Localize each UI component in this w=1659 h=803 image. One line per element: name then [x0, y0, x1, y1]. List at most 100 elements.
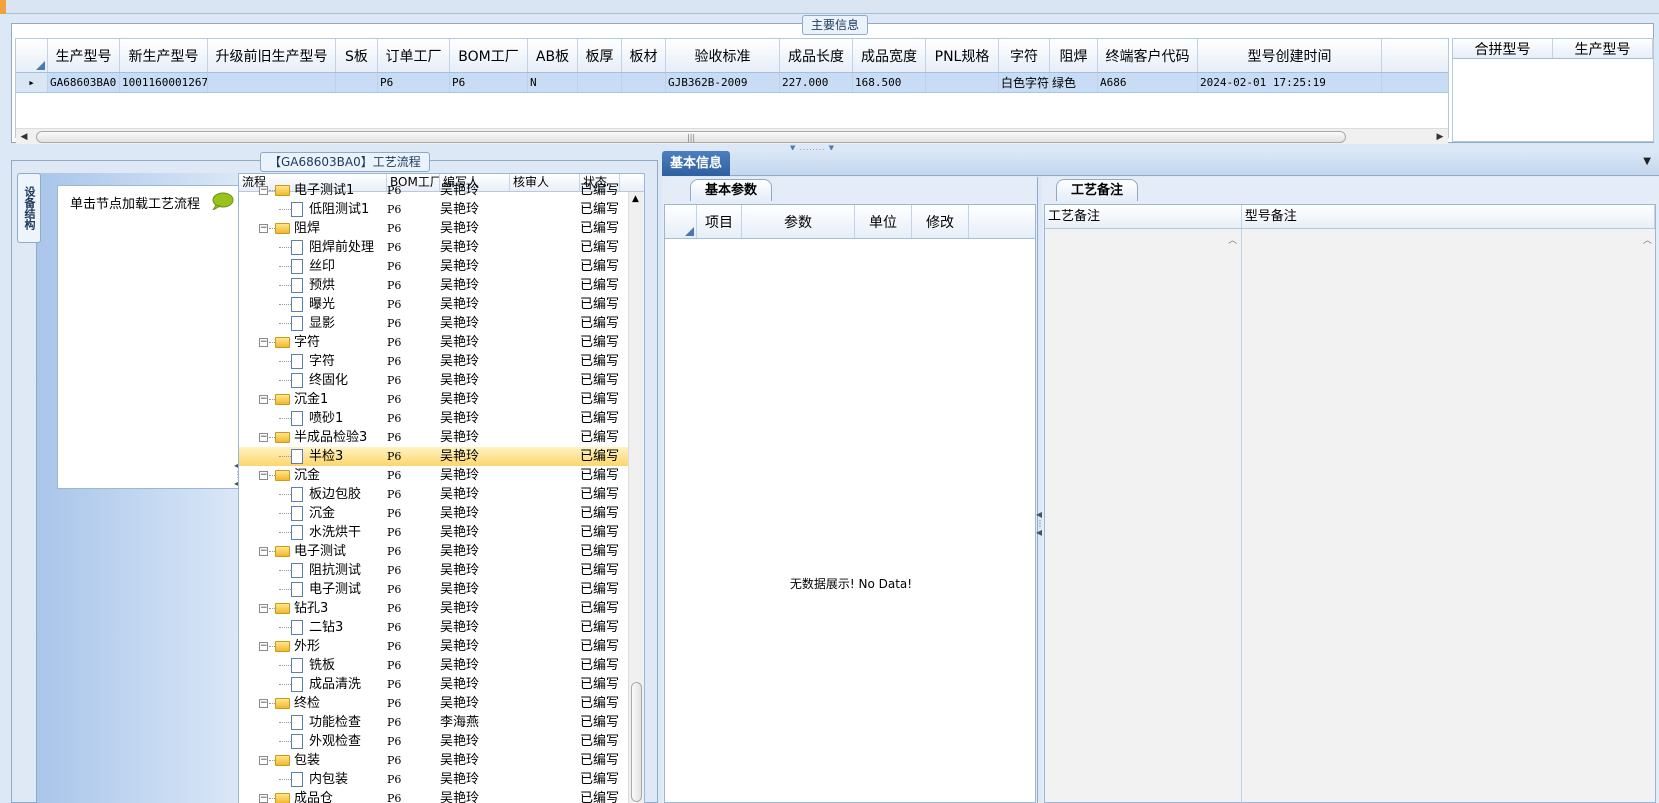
table-cell[interactable]: 10011600012676 — [120, 73, 208, 92]
tree-node[interactable]: − 包装 — [239, 751, 387, 770]
collapse-icon[interactable]: − — [259, 186, 268, 195]
tree-node[interactable]: 内包装 — [239, 770, 387, 789]
tree-row[interactable]: 阻焊前处理 P6 吴艳玲 已编写 — [239, 238, 644, 257]
tree-node[interactable]: − 沉金1 — [239, 390, 387, 409]
tab-dropdown-icon[interactable]: ▼ — [1643, 156, 1651, 167]
tree-row[interactable]: − 终检 P6 吴艳玲 已编写 — [239, 694, 644, 713]
column-header[interactable]: 板厚 — [578, 39, 622, 72]
grid-corner-cell[interactable] — [665, 205, 697, 238]
collapse-icon[interactable]: − — [259, 338, 268, 347]
tree-row[interactable]: − 半成品检验3 P6 吴艳玲 已编写 — [239, 428, 644, 447]
column-header[interactable]: 参数 — [742, 205, 855, 238]
table-cell[interactable]: P6 — [378, 73, 450, 92]
main-grid-hscrollbar[interactable]: ◀ ||| ▶ — [16, 128, 1448, 144]
collapse-icon[interactable]: − — [259, 433, 268, 442]
tree-node[interactable]: − 字符 — [239, 333, 387, 352]
table-cell[interactable] — [336, 73, 378, 92]
column-header[interactable]: 型号创建时间 — [1198, 39, 1382, 72]
tree-node[interactable]: − 阻焊 — [239, 219, 387, 238]
scroll-thumb[interactable]: ||| — [36, 131, 1346, 143]
table-cell[interactable] — [926, 73, 999, 92]
collapse-icon[interactable]: − — [259, 471, 268, 480]
tree-row[interactable]: − 阻焊 P6 吴艳玲 已编写 — [239, 219, 644, 238]
tree-row[interactable]: 预烘 P6 吴艳玲 已编写 — [239, 276, 644, 295]
tree-vscrollbar[interactable]: ▲ — [628, 192, 644, 803]
params-grid[interactable]: 项目 参数 单位 修改 无数据展示! No Data! — [664, 204, 1036, 803]
tree-node[interactable]: − 成品仓 — [239, 789, 387, 803]
tree-row[interactable]: 板边包胶 P6 吴艳玲 已编写 — [239, 485, 644, 504]
column-header[interactable]: 成品宽度 — [853, 39, 926, 72]
tree-node[interactable]: − 沉金 — [239, 466, 387, 485]
scroll-up-arrow-icon[interactable]: ▲ — [632, 194, 639, 204]
tree-node[interactable]: 显影 — [239, 314, 387, 333]
table-cell[interactable]: P6 — [450, 73, 528, 92]
column-header[interactable]: 项目 — [697, 205, 742, 238]
tree-row[interactable]: 内包装 P6 吴艳玲 已编写 — [239, 770, 644, 789]
tree-node[interactable]: 水洗烘干 — [239, 523, 387, 542]
tree-node[interactable]: − 钻孔3 — [239, 599, 387, 618]
scroll-up-arrow-icon[interactable]: ︿ — [1228, 233, 1237, 246]
tree-node[interactable]: 预烘 — [239, 276, 387, 295]
table-cell[interactable] — [208, 73, 336, 92]
model-notes-field[interactable]: ︿ — [1242, 229, 1656, 803]
merge-model-grid[interactable]: 合拼型号 生产型号 — [1452, 38, 1654, 142]
tree-row[interactable]: 曝光 P6 吴艳玲 已编写 — [239, 295, 644, 314]
tree-node[interactable]: − 终检 — [239, 694, 387, 713]
tree-node[interactable]: 功能检查 — [239, 713, 387, 732]
column-header[interactable]: 型号备注 — [1242, 205, 1655, 228]
scroll-up-arrow-icon[interactable]: ︿ — [1643, 233, 1652, 246]
tree-row[interactable]: − 电子测试 P6 吴艳玲 已编写 — [239, 542, 644, 561]
column-header[interactable]: 验收标准 — [666, 39, 780, 72]
tree-row[interactable]: − 成品仓 P6 吴艳玲 已编写 — [239, 789, 644, 803]
column-header[interactable]: AB板 — [528, 39, 578, 72]
table-cell[interactable]: A686 — [1098, 73, 1198, 92]
tree-row[interactable]: − 电子测试1 P6 吴艳玲 已编写 — [239, 181, 644, 200]
tree-node[interactable]: − 半成品检验3 — [239, 428, 387, 447]
column-header[interactable]: 单位 — [855, 205, 912, 238]
column-header[interactable]: 板材 — [622, 39, 666, 72]
tree-row[interactable]: 功能检查 P6 李海燕 已编写 — [239, 713, 644, 732]
tree-row[interactable]: − 钻孔3 P6 吴艳玲 已编写 — [239, 599, 644, 618]
tree-row[interactable]: 电子测试 P6 吴艳玲 已编写 — [239, 580, 644, 599]
tree-node[interactable]: − 电子测试1 — [239, 181, 387, 200]
tree-node[interactable]: − 外形 — [239, 637, 387, 656]
tree-row[interactable]: − 字符 P6 吴艳玲 已编写 — [239, 333, 644, 352]
tree-row[interactable]: − 包装 P6 吴艳玲 已编写 — [239, 751, 644, 770]
column-header[interactable]: 生产型号 — [48, 39, 120, 72]
table-cell[interactable]: 227.000 — [780, 73, 853, 92]
tree-row[interactable]: − 沉金 P6 吴艳玲 已编写 — [239, 466, 644, 485]
main-info-grid[interactable]: 生产型号 新生产型号 升级前旧生产型号 S板 订单工厂 BOM工厂 AB板 板厚 板材 验收标准成… — [15, 38, 1449, 138]
collapse-icon[interactable]: − — [259, 224, 268, 233]
tree-row[interactable]: 显影 P6 吴艳玲 已编写 — [239, 314, 644, 333]
side-tab-equipment[interactable]: 设备结构 — [17, 173, 41, 243]
tree-node[interactable]: − 电子测试 — [239, 542, 387, 561]
process-notes-field[interactable]: ︿ — [1045, 229, 1242, 803]
tab-process-notes[interactable]: 工艺备注 — [1056, 179, 1139, 201]
tree-row[interactable]: 低阻测试1 P6 吴艳玲 已编写 — [239, 200, 644, 219]
tree-row[interactable]: 字符 P6 吴艳玲 已编写 — [239, 352, 644, 371]
scroll-right-arrow-icon[interactable]: ▶ — [1434, 131, 1446, 143]
tree-node[interactable]: 曝光 — [239, 295, 387, 314]
tree-node[interactable]: 成品清洗 — [239, 675, 387, 694]
tree-node[interactable]: 铣板 — [239, 656, 387, 675]
collapse-icon[interactable]: − — [259, 547, 268, 556]
tree-row[interactable]: 丝印 P6 吴艳玲 已编写 — [239, 257, 644, 276]
column-header[interactable]: 生产型号 — [1553, 39, 1653, 58]
tree-row[interactable]: 外观检查 P6 吴艳玲 已编写 — [239, 732, 644, 751]
grid-corner-cell[interactable] — [16, 39, 48, 72]
table-cell[interactable]: 白色字符 — [999, 73, 1050, 92]
tree-row[interactable]: 水洗烘干 P6 吴艳玲 已编写 — [239, 523, 644, 542]
tree-node[interactable]: 终固化 — [239, 371, 387, 390]
tree-row[interactable]: 二钻3 P6 吴艳玲 已编写 — [239, 618, 644, 637]
table-cell[interactable] — [622, 73, 666, 92]
collapse-icon[interactable]: − — [259, 642, 268, 651]
collapse-icon[interactable]: − — [259, 604, 268, 613]
tree-row[interactable]: 喷砂1 P6 吴艳玲 已编写 — [239, 409, 644, 428]
tree-node[interactable]: 沉金 — [239, 504, 387, 523]
tree-scroll-thumb[interactable] — [631, 682, 642, 802]
tree-node[interactable]: 喷砂1 — [239, 409, 387, 428]
select-all-icon[interactable] — [36, 61, 45, 70]
collapse-icon[interactable]: − — [259, 699, 268, 708]
table-cell[interactable]: 2024-02-01 17:25:19 — [1198, 73, 1382, 92]
table-cell[interactable]: N — [528, 73, 578, 92]
